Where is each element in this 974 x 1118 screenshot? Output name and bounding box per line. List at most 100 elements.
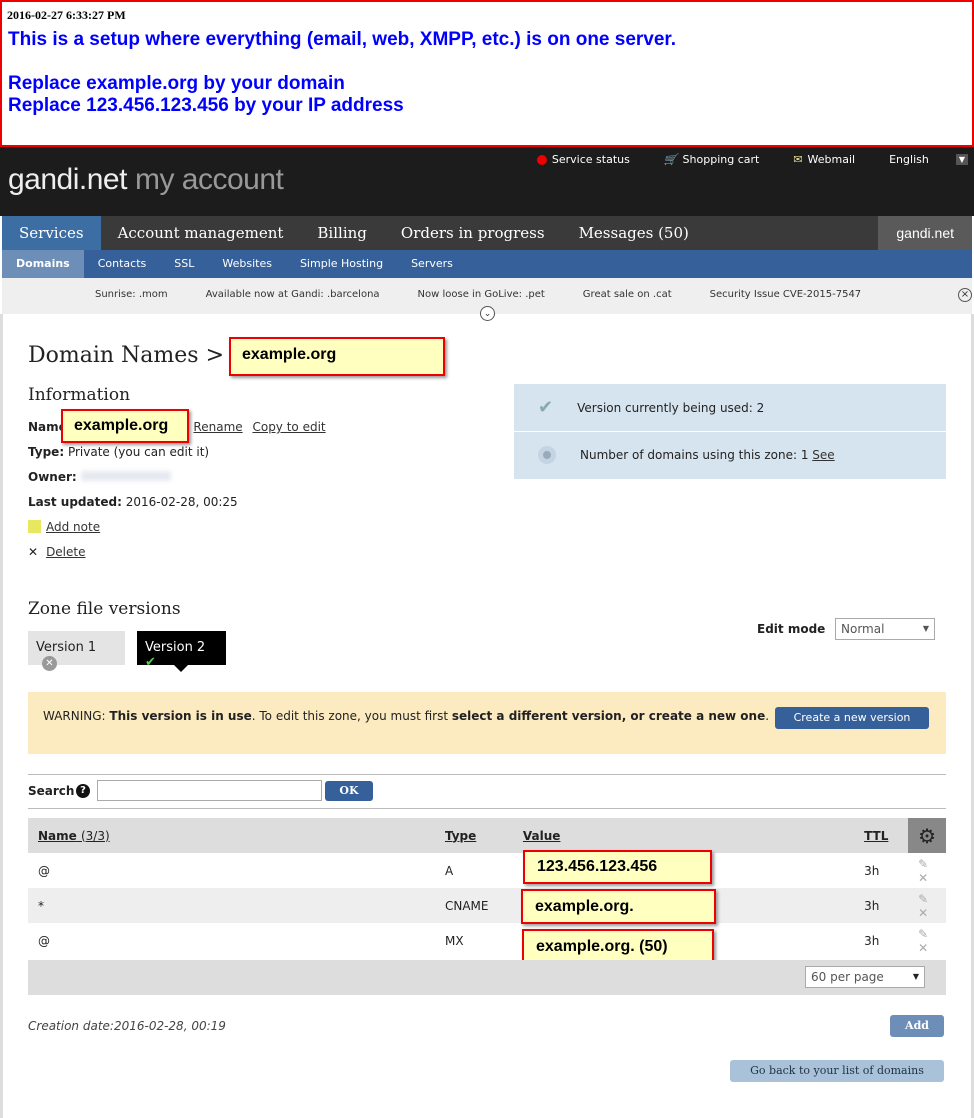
annotation-line: This is a setup where everything (email,… [8, 29, 677, 50]
page-title: Domain Names > [28, 343, 225, 368]
delete-icon[interactable]: ✕ [918, 906, 928, 920]
search-input[interactable] [97, 780, 322, 801]
owner-label: Owner: [28, 470, 77, 484]
subtab-contacts[interactable]: Contacts [84, 250, 161, 278]
expand-chevron-icon[interactable]: ⌄ [480, 306, 495, 321]
creation-date: Creation date:2016-02-28, 00:19 [28, 1019, 226, 1033]
delete-icon[interactable]: ✕ [918, 941, 928, 955]
records-table: Name (3/3) Type Value TTL ⚙ @ A 3h ✎ ✕ * CNA… [28, 818, 946, 958]
per-page-select[interactable]: 60 per page ▼ [805, 966, 925, 988]
divider [28, 774, 946, 775]
delete-icon[interactable]: ✕ [918, 871, 928, 885]
tab-messages[interactable]: Messages (50) [562, 216, 706, 250]
record-name: @ [38, 863, 50, 878]
record-ttl: 3h [864, 933, 880, 948]
value-callout: 123.456.123.456 [523, 850, 712, 884]
table-row: * CNAME 3h ✎ ✕ [28, 888, 946, 923]
tab-billing[interactable]: Billing [300, 216, 383, 250]
brand-link[interactable]: gandi.net [878, 216, 972, 250]
annotation-line: Replace 123.456.123.456 by your IP addre… [8, 95, 404, 116]
subtab-domains[interactable]: Domains [2, 250, 84, 278]
name-column-header[interactable]: Name [38, 829, 77, 843]
domain-callout: example.org [229, 337, 445, 376]
ticker-item[interactable]: Available now at Gandi: .barcelona [206, 289, 380, 314]
chevron-down-icon: ▼ [922, 624, 929, 633]
delete-link[interactable]: Delete [46, 545, 85, 559]
annotation-line: Replace example.org by your domain [8, 73, 345, 94]
edit-icon[interactable]: ✎ [918, 857, 928, 871]
add-record-button[interactable]: Add [890, 1015, 944, 1037]
zone-versions-heading: Zone file versions [28, 599, 181, 619]
tab-orders[interactable]: Orders in progress [384, 216, 562, 250]
create-version-button[interactable]: Create a new version [775, 707, 929, 729]
type-column-header[interactable]: Type [434, 818, 513, 853]
envelope-icon: ✉ [793, 153, 803, 166]
chevron-down-icon: ▼ [955, 154, 968, 165]
sub-nav: Domains Contacts SSL Websites Simple Hos… [2, 250, 972, 278]
search-label: Search [28, 784, 75, 798]
rename-link[interactable]: Rename [193, 420, 242, 434]
link-label: Shopping cart [682, 153, 760, 166]
updated-value: 2016-02-28, 00:25 [125, 495, 238, 509]
warning-text: This version is in use [109, 709, 252, 723]
link-label: Webmail [807, 153, 856, 166]
warning-text: WARNING: [43, 709, 110, 723]
service-status-link[interactable]: Service status [536, 153, 630, 166]
copy-to-edit-link[interactable]: Copy to edit [252, 420, 325, 434]
subtab-ssl[interactable]: SSL [160, 250, 208, 278]
ticker-item[interactable]: Great sale on .cat [583, 289, 672, 314]
edit-mode-label: Edit mode [757, 622, 826, 636]
add-note-link[interactable]: Add note [46, 520, 100, 534]
webmail-link[interactable]: ✉ Webmail [793, 153, 855, 166]
see-link[interactable]: See [812, 448, 834, 462]
warning-text: . To edit this zone, you must first [251, 709, 452, 723]
edit-mode-select[interactable]: Normal ▼ [835, 618, 935, 640]
logo[interactable]: gandi.net my account [8, 163, 284, 197]
type-value: Private (you can edit it) [67, 445, 210, 459]
radio-icon [538, 446, 556, 464]
edit-icon[interactable]: ✎ [918, 892, 928, 906]
version-1-tab[interactable]: Version 1 ✕ [28, 631, 125, 671]
header: gandi.net my account Service status 🛒 Shop… [0, 147, 974, 216]
value-column-header[interactable]: Value [512, 818, 855, 853]
help-icon[interactable]: ? [76, 784, 90, 798]
tab-account-management[interactable]: Account management [101, 216, 301, 250]
search-ok-button[interactable]: OK [325, 781, 373, 801]
timestamp: 2016-02-27 6:33:27 PM [7, 8, 126, 22]
shopping-cart-link[interactable]: 🛒 Shopping cart [664, 153, 759, 166]
tab-services[interactable]: Services [2, 216, 101, 250]
divider [28, 808, 946, 809]
logo-text: gandi.net [8, 163, 127, 196]
close-icon[interactable]: × [958, 288, 972, 302]
edit-icon[interactable]: ✎ [918, 927, 928, 941]
record-type: MX [444, 933, 464, 948]
table-row: @ MX 3h ✎ ✕ [28, 923, 946, 958]
subtab-servers[interactable]: Servers [397, 250, 467, 278]
owner-blurred [80, 471, 171, 481]
record-type: CNAME [434, 888, 513, 923]
news-ticker: Sunrise: .mom Available now at Gandi: .b… [2, 278, 972, 321]
information-heading: Information [28, 385, 131, 405]
warning-text: . [765, 709, 770, 723]
ttl-column-header[interactable]: TTL [854, 818, 909, 853]
subtab-simple-hosting[interactable]: Simple Hosting [286, 250, 397, 278]
subtab-websites[interactable]: Websites [208, 250, 286, 278]
version-label: Version 2 [145, 640, 206, 655]
ticker-item[interactable]: Security Issue CVE-2015-7547 [710, 289, 862, 314]
back-to-domains-button[interactable]: Go back to your list of domains [730, 1060, 944, 1082]
ticker-item[interactable]: Sunrise: .mom [95, 289, 168, 314]
gear-icon[interactable]: ⚙ [908, 818, 946, 853]
version-label: Version 1 [36, 640, 97, 655]
link-label: Service status [551, 153, 630, 166]
value-callout: example.org. [521, 889, 716, 924]
current-version: Version currently being used: 2 [577, 400, 765, 415]
record-ttl: 3h [864, 863, 880, 878]
record-name: @ [38, 933, 50, 948]
table-row: @ A 3h ✎ ✕ [28, 853, 946, 888]
language-select[interactable]: English ▼ [889, 153, 968, 166]
remove-icon[interactable]: ✕ [42, 656, 57, 671]
active-pointer [174, 665, 188, 679]
updated-label: Last updated: [28, 495, 122, 509]
record-name: * [28, 888, 435, 923]
version-2-tab[interactable]: Version 2 ✔ [137, 631, 226, 670]
